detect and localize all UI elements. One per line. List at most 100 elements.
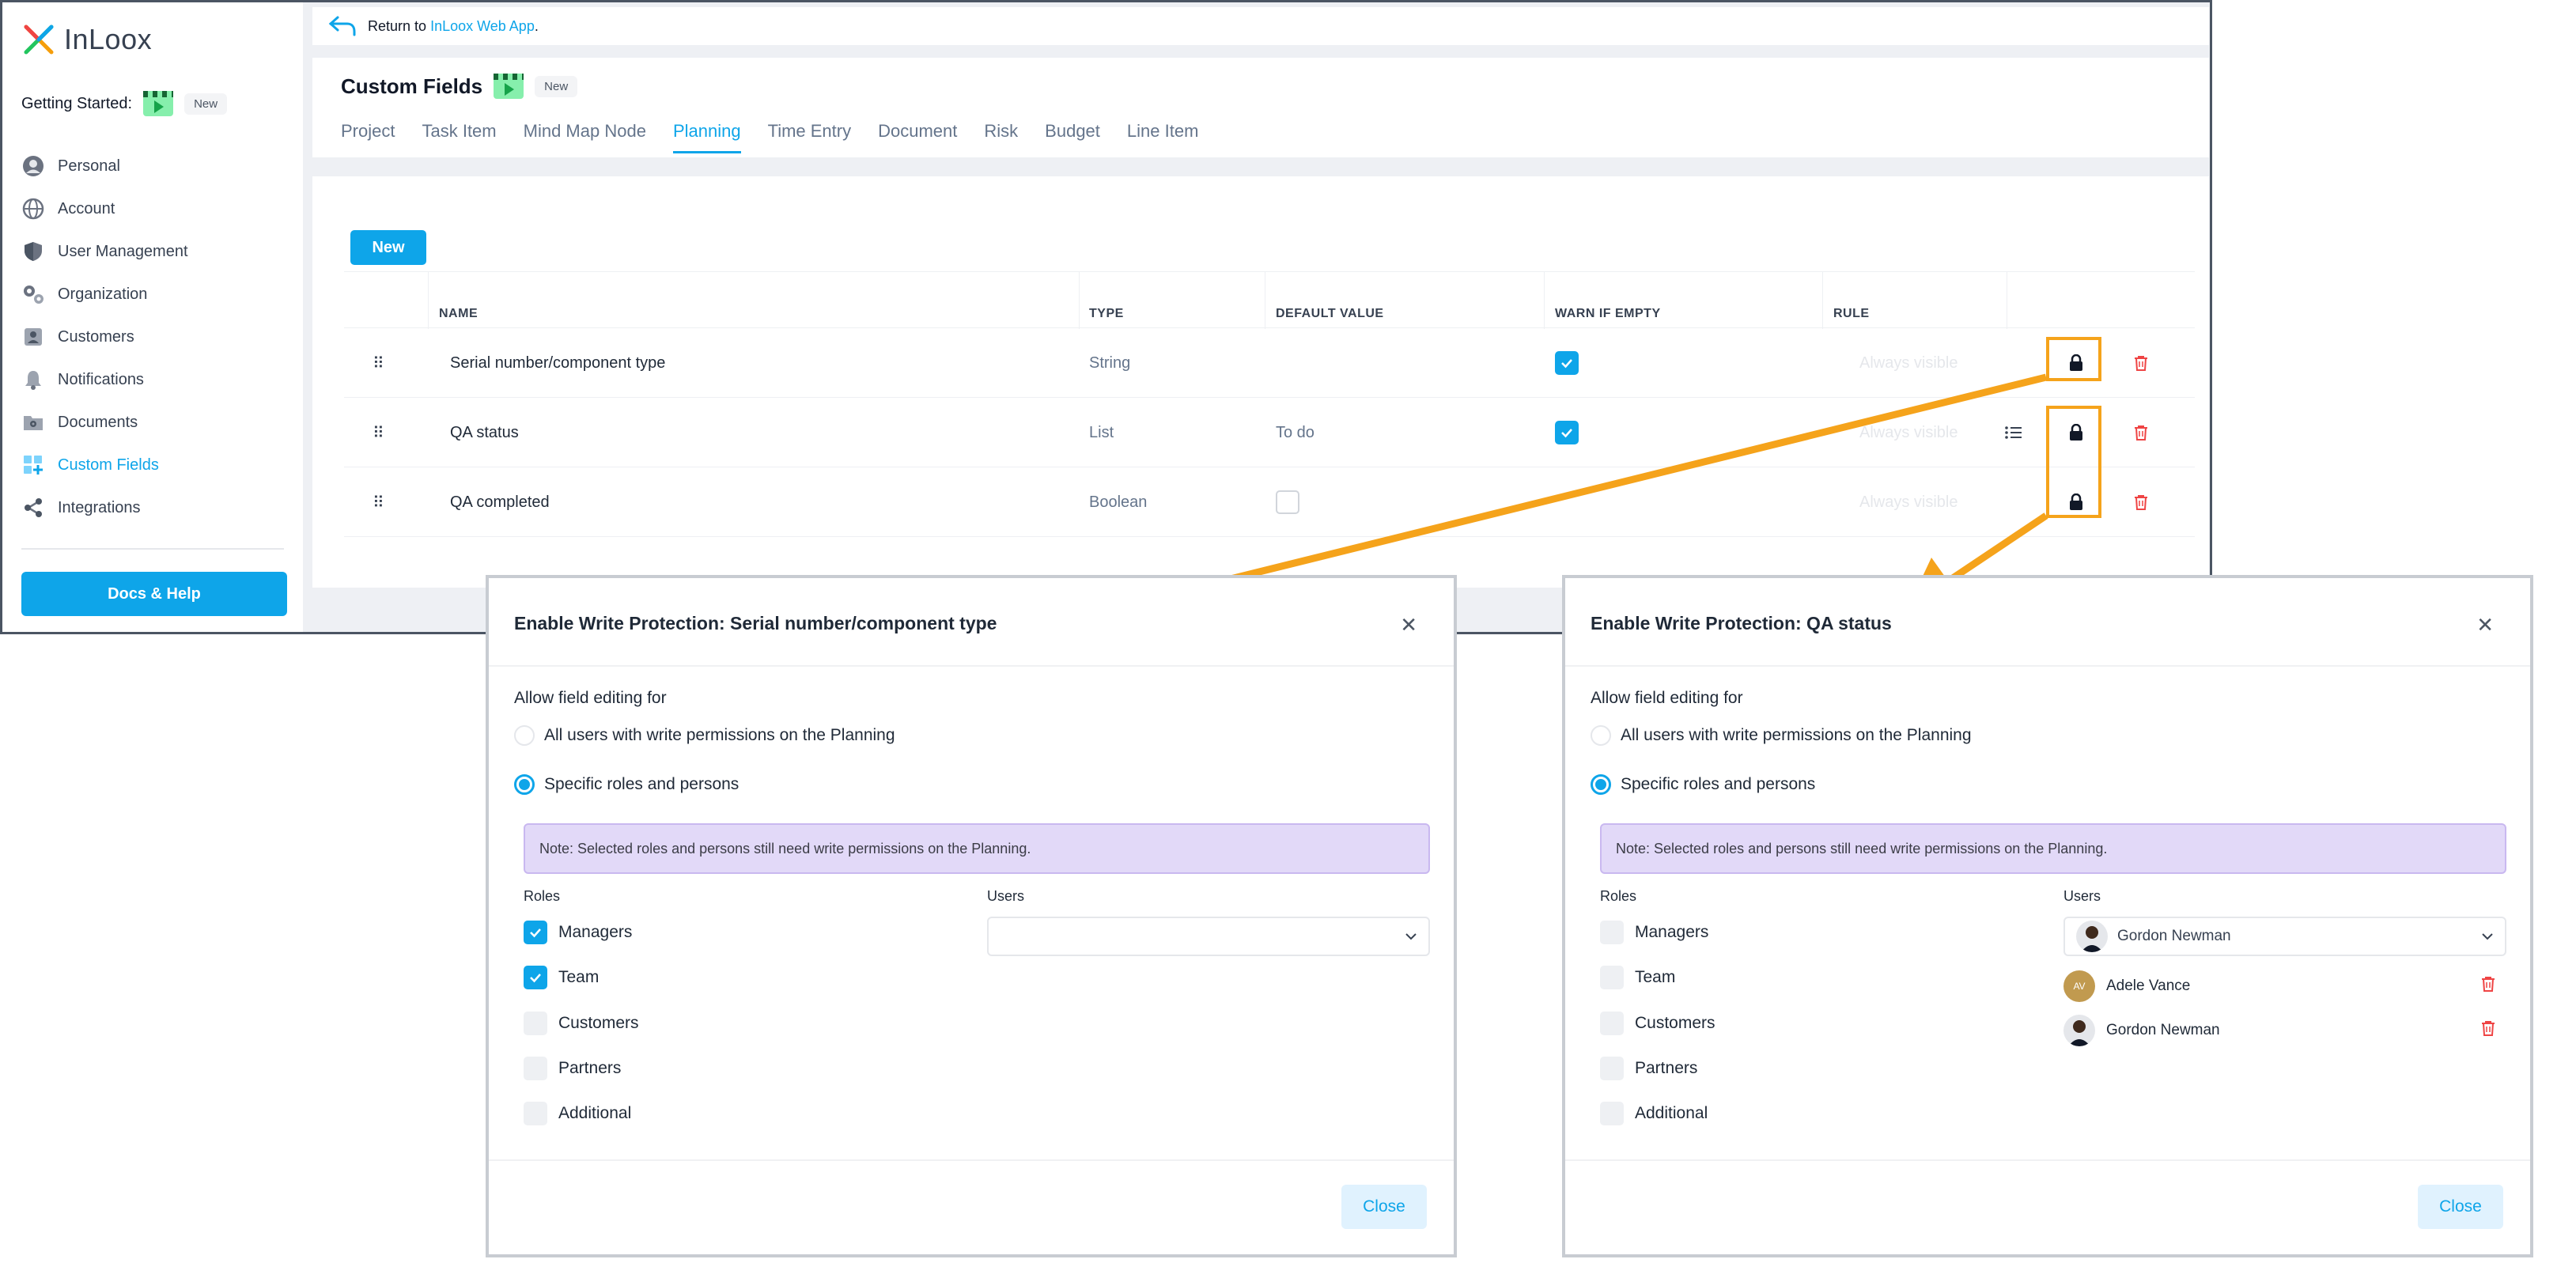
sidebar-item-label: Customers: [58, 327, 134, 346]
role-label: Managers: [558, 923, 633, 941]
sidebar-divider: [21, 548, 284, 550]
clapperboard-icon: [143, 91, 174, 116]
sidebar-item-label: Notifications: [58, 370, 144, 388]
field-rule: Always visible: [1859, 423, 1958, 441]
tab-risk[interactable]: Risk: [984, 121, 1018, 153]
user-icon: [21, 154, 45, 178]
radio-specific-roles[interactable]: Specific roles and persons: [514, 774, 739, 795]
checkmark-icon: [524, 966, 547, 989]
role-team[interactable]: Team: [1600, 966, 1675, 989]
drag-handle-icon[interactable]: ⠿: [373, 467, 384, 537]
list-options-icon[interactable]: [2005, 398, 2022, 467]
tab-document[interactable]: Document: [878, 121, 957, 153]
app-window: InLoox Getting Started: New Personal Acc…: [0, 0, 2212, 634]
docs-help-button[interactable]: Docs & Help: [21, 572, 287, 616]
sidebar-item-custom-fields[interactable]: Custom Fields: [21, 444, 290, 486]
sidebar-item-notifications[interactable]: Notifications: [21, 358, 290, 401]
field-default: To do: [1276, 423, 1314, 441]
role-managers[interactable]: Managers: [524, 921, 632, 944]
close-icon[interactable]: ✕: [1400, 613, 1417, 637]
sidebar-item-integrations[interactable]: Integrations: [21, 486, 290, 529]
column-divider: [428, 272, 429, 329]
role-team[interactable]: Team: [524, 966, 599, 989]
role-additional[interactable]: Additional: [524, 1102, 631, 1125]
tab-task-item[interactable]: Task Item: [422, 121, 496, 153]
radio-specific-roles[interactable]: Specific roles and persons: [1591, 774, 1815, 795]
user-info: AV Adele Vance: [2063, 970, 2190, 1002]
close-button[interactable]: Close: [2418, 1185, 2503, 1229]
sidebar-item-account[interactable]: Account: [21, 187, 290, 230]
users-select[interactable]: Gordon Newman: [2063, 917, 2506, 956]
header-card: Custom Fields New Project Task Item Mind…: [312, 58, 2209, 157]
drag-handle-icon[interactable]: ⠿: [373, 398, 384, 467]
close-button[interactable]: Close: [1341, 1185, 1427, 1229]
radio-all-users[interactable]: All users with write permissions on the …: [514, 725, 895, 746]
role-partners[interactable]: Partners: [1600, 1057, 1697, 1080]
sidebar-item-label: User Management: [58, 242, 188, 260]
new-badge: New: [184, 93, 228, 115]
trash-icon[interactable]: [2134, 328, 2148, 398]
role-label: Team: [558, 968, 600, 986]
column-divider: [1544, 272, 1545, 329]
clapperboard-icon[interactable]: [494, 74, 524, 99]
role-partners[interactable]: Partners: [524, 1057, 621, 1080]
header-rule[interactable]: RULE: [1833, 272, 1870, 329]
users-select[interactable]: [987, 917, 1430, 956]
default-checkbox[interactable]: [1276, 467, 1299, 537]
tab-line-item[interactable]: Line Item: [1127, 121, 1199, 153]
header-name[interactable]: NAME: [439, 272, 478, 329]
tab-budget[interactable]: Budget: [1045, 121, 1100, 153]
radio-all-users[interactable]: All users with write permissions on the …: [1591, 725, 1972, 746]
sidebar-item-organization[interactable]: Organization: [21, 273, 290, 316]
tab-time-entry[interactable]: Time Entry: [768, 121, 852, 153]
role-additional[interactable]: Additional: [1600, 1102, 1708, 1125]
field-type: List: [1089, 423, 1114, 441]
logo[interactable]: InLoox: [23, 23, 152, 56]
role-customers[interactable]: Customers: [1600, 1012, 1715, 1035]
header-default-value[interactable]: DEFAULT VALUE: [1276, 272, 1384, 329]
close-icon[interactable]: ✕: [2476, 613, 2494, 637]
tab-planning[interactable]: Planning: [672, 121, 741, 153]
content-card: New NAME TYPE DEFAULT VALUE WARN IF EMPT…: [312, 176, 2209, 588]
list-item: Gordon Newman: [2063, 1013, 2506, 1048]
warn-checkbox[interactable]: [1555, 328, 1579, 398]
sidebar-item-customers[interactable]: Customers: [21, 316, 290, 358]
new-field-button[interactable]: New: [350, 230, 426, 265]
role-managers[interactable]: Managers: [1600, 921, 1708, 944]
getting-started[interactable]: Getting Started: New: [21, 91, 228, 116]
chevron-down-icon: [2481, 928, 2494, 945]
unchecked-box: [1276, 490, 1299, 514]
unchecked-box: [1600, 1057, 1624, 1080]
column-divider: [1822, 272, 1823, 329]
warn-checkbox[interactable]: [1555, 398, 1579, 467]
sidebar-item-personal[interactable]: Personal: [21, 145, 290, 187]
tab-project[interactable]: Project: [341, 121, 395, 153]
role-label: Managers: [1635, 923, 1709, 941]
header-warn-if-empty[interactable]: WARN IF EMPTY: [1555, 272, 1661, 329]
return-arrow-icon[interactable]: [328, 14, 357, 38]
sidebar-item-user-management[interactable]: User Management: [21, 230, 290, 273]
sidebar: InLoox Getting Started: New Personal Acc…: [2, 2, 303, 632]
share-nodes-icon: [21, 496, 45, 520]
sidebar-item-documents[interactable]: Documents: [21, 401, 290, 444]
field-type: String: [1089, 354, 1131, 372]
header-type[interactable]: TYPE: [1089, 272, 1124, 329]
trash-icon[interactable]: [2481, 1020, 2495, 1041]
trash-icon[interactable]: [2134, 398, 2148, 467]
radio-label: Specific roles and persons: [1621, 775, 1816, 793]
tab-mind-map-node[interactable]: Mind Map Node: [524, 121, 646, 153]
trash-icon[interactable]: [2134, 467, 2148, 537]
role-customers[interactable]: Customers: [524, 1012, 639, 1035]
permission-note: Note: Selected roles and persons still n…: [524, 823, 1430, 874]
permission-note: Note: Selected roles and persons still n…: [1600, 823, 2506, 874]
return-prefix: Return to: [368, 17, 427, 34]
roles-label: Roles: [1600, 888, 1637, 904]
drag-handle-icon[interactable]: ⠿: [373, 328, 384, 398]
users-label: Users: [2063, 888, 2101, 904]
role-label: Partners: [558, 1059, 622, 1077]
trash-icon[interactable]: [2481, 976, 2495, 996]
sidebar-item-label: Organization: [58, 285, 148, 303]
sidebar-item-label: Custom Fields: [58, 456, 159, 474]
return-link[interactable]: InLoox Web App: [430, 18, 535, 34]
field-name: Serial number/component type: [450, 354, 666, 372]
